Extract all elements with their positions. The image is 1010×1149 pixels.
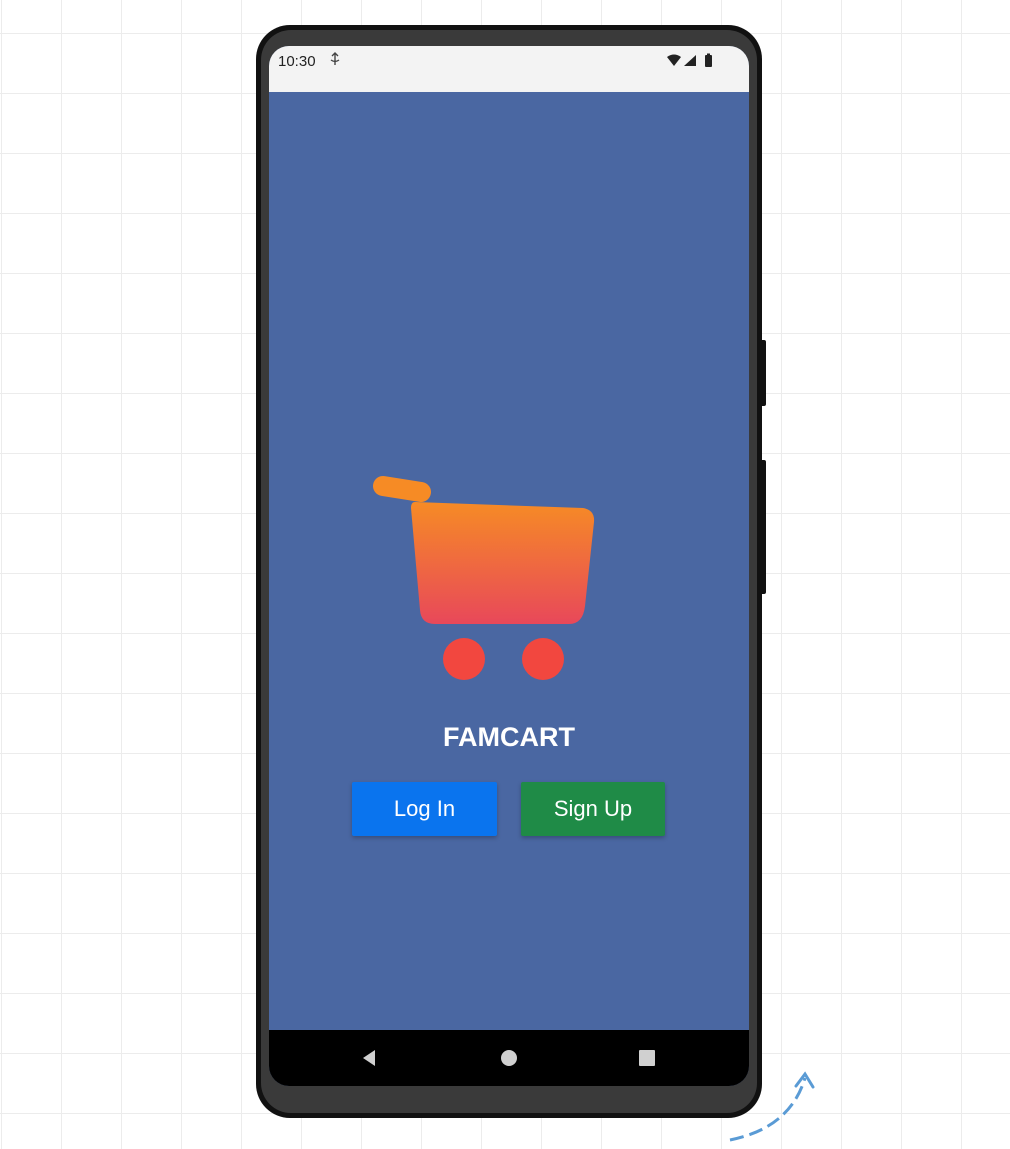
status-time: 10:30 <box>278 53 316 70</box>
volume-button <box>760 340 766 406</box>
phone-screen: 10:30 FAMCART Log In Sign Up <box>269 46 749 1086</box>
signup-button[interactable]: Sign Up <box>521 782 665 836</box>
curved-arrow-icon <box>720 1068 830 1144</box>
wifi-icon <box>667 54 681 66</box>
shopping-cart-icon <box>369 472 609 692</box>
power-button <box>760 460 766 594</box>
home-icon[interactable] <box>495 1044 523 1072</box>
app-title: FAMCART <box>443 722 575 752</box>
back-icon[interactable] <box>355 1044 383 1072</box>
sim-icon <box>329 52 341 69</box>
navigation-bar <box>269 1030 749 1086</box>
login-button[interactable]: Log In <box>352 782 497 836</box>
status-bar: 10:30 <box>269 46 749 92</box>
app-content: FAMCART Log In Sign Up <box>269 92 749 1030</box>
status-icons <box>667 53 719 74</box>
battery-icon <box>705 53 712 67</box>
signal-icon <box>684 55 696 66</box>
recents-icon[interactable] <box>633 1044 661 1072</box>
